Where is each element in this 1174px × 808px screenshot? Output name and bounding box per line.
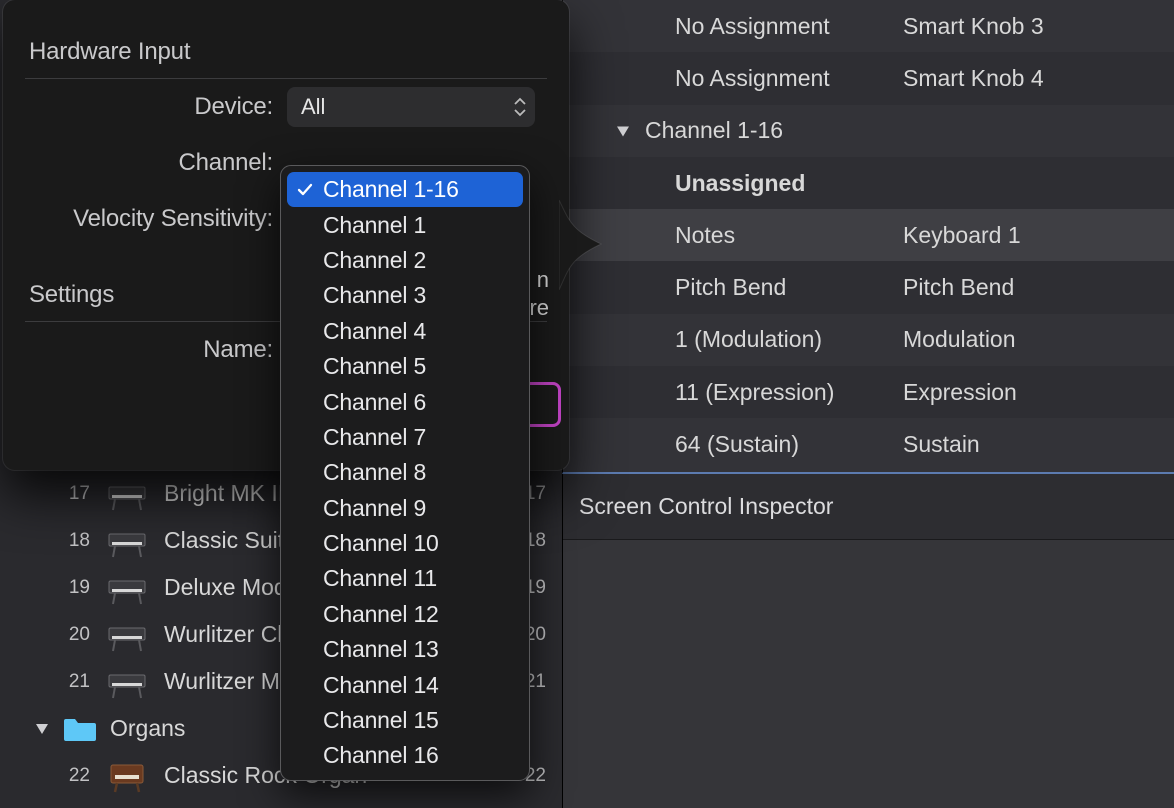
channel-dropdown-item[interactable]: Channel 15 bbox=[287, 703, 523, 738]
hardware-input-header: Hardware Input bbox=[25, 14, 547, 79]
assignment-left-cell: 11 (Expression) bbox=[563, 379, 903, 406]
assignment-row[interactable]: No AssignmentSmart Knob 4 bbox=[563, 52, 1174, 104]
channel-dropdown-item[interactable]: Channel 9 bbox=[287, 491, 523, 526]
patch-index: 17 bbox=[60, 483, 90, 505]
assignment-left-cell: Notes bbox=[563, 222, 903, 249]
channel-dropdown-item-label: Channel 6 bbox=[323, 389, 426, 416]
channel-dropdown-item[interactable]: Channel 10 bbox=[287, 526, 523, 561]
patch-index: 21 bbox=[60, 671, 90, 693]
disclosure-triangle-icon[interactable] bbox=[34, 722, 52, 736]
channel-dropdown-item-label: Channel 15 bbox=[323, 707, 439, 734]
channel-dropdown-item[interactable]: Channel 8 bbox=[287, 455, 523, 490]
assignment-right-cell: Keyboard 1 bbox=[903, 222, 1174, 249]
assignment-row[interactable]: 11 (Expression)Expression bbox=[563, 366, 1174, 418]
channel-dropdown-item[interactable]: Channel 6 bbox=[287, 384, 523, 419]
instrument-icon bbox=[104, 759, 150, 793]
assignment-right-cell: Expression bbox=[903, 379, 1174, 406]
channel-label: Channel: bbox=[25, 149, 273, 177]
channel-dropdown-item[interactable]: Channel 2 bbox=[287, 243, 523, 278]
assignments-panel: No AssignmentSmart Knob 3No AssignmentSm… bbox=[562, 0, 1174, 474]
channel-dropdown-item[interactable]: Channel 7 bbox=[287, 420, 523, 455]
channel-dropdown-item-label: Channel 3 bbox=[323, 282, 426, 309]
disclosure-triangle-icon[interactable] bbox=[615, 117, 631, 144]
device-value: All bbox=[301, 94, 325, 120]
device-select[interactable]: All bbox=[287, 87, 535, 127]
assignment-left-cell: No Assignment bbox=[563, 13, 903, 40]
check-icon bbox=[295, 180, 315, 200]
folder-label: Organs bbox=[110, 715, 185, 742]
assignment-row[interactable]: No AssignmentSmart Knob 3 bbox=[563, 0, 1174, 52]
channel-dropdown-item-label: Channel 5 bbox=[323, 353, 426, 380]
instrument-icon bbox=[104, 524, 150, 558]
popover-tail bbox=[559, 200, 607, 290]
assignment-row[interactable]: Unassigned bbox=[563, 157, 1174, 209]
folder-icon bbox=[62, 715, 100, 743]
assignment-left-cell: Unassigned bbox=[563, 170, 903, 197]
sci-header: Screen Control Inspector bbox=[563, 474, 1174, 540]
channel-dropdown-item[interactable]: Channel 11 bbox=[287, 561, 523, 596]
channel-dropdown-item-label: Channel 14 bbox=[323, 672, 439, 699]
channel-dropdown-item[interactable]: Channel 12 bbox=[287, 597, 523, 632]
channel-dropdown-item-label: Channel 11 bbox=[323, 565, 437, 592]
assignment-right-cell: Smart Knob 3 bbox=[903, 13, 1174, 40]
assignment-left-cell: No Assignment bbox=[563, 65, 903, 92]
channel-dropdown-item-label: Channel 7 bbox=[323, 424, 426, 451]
instrument-icon bbox=[104, 618, 150, 652]
assignment-right-cell: Sustain bbox=[903, 431, 1174, 458]
patch-index: 18 bbox=[60, 530, 90, 552]
channel-dropdown-menu[interactable]: Channel 1-16 Channel 1 Channel 2 Channel 3 C… bbox=[280, 165, 530, 781]
assignment-right-cell: Smart Knob 4 bbox=[903, 65, 1174, 92]
channel-dropdown-item-label: Channel 12 bbox=[323, 601, 439, 628]
channel-dropdown-item-label: Channel 1 bbox=[323, 212, 426, 239]
assignment-section-row[interactable]: Channel 1-16 bbox=[563, 105, 1174, 157]
channel-dropdown-item-label: Channel 16 bbox=[323, 742, 439, 769]
channel-dropdown-item-label: Channel 8 bbox=[323, 459, 426, 486]
channel-dropdown-item-label: Channel 2 bbox=[323, 247, 426, 274]
sci-title: Screen Control Inspector bbox=[579, 493, 833, 520]
instrument-icon bbox=[104, 571, 150, 605]
patch-index: 22 bbox=[60, 765, 90, 787]
channel-dropdown-item[interactable]: Channel 1-16 bbox=[287, 172, 523, 207]
name-label: Name: bbox=[25, 336, 273, 364]
assignment-left-cell: Channel 1-16 bbox=[563, 117, 903, 144]
patch-index: 19 bbox=[60, 577, 90, 599]
assignment-right-cell: Modulation bbox=[903, 326, 1174, 353]
channel-dropdown-item-label: Channel 1-16 bbox=[323, 176, 459, 203]
instrument-icon bbox=[104, 477, 150, 511]
device-label: Device: bbox=[25, 93, 273, 121]
assignment-row[interactable]: 1 (Modulation)Modulation bbox=[563, 314, 1174, 366]
channel-dropdown-item[interactable]: Channel 14 bbox=[287, 667, 523, 702]
assignment-row[interactable]: Pitch BendPitch Bend bbox=[563, 261, 1174, 313]
assignment-left-cell: 1 (Modulation) bbox=[563, 326, 903, 353]
channel-dropdown-item[interactable]: Channel 4 bbox=[287, 314, 523, 349]
screen-control-inspector: Screen Control Inspector bbox=[562, 474, 1174, 808]
assignment-right-cell: Pitch Bend bbox=[903, 274, 1174, 301]
channel-dropdown-item-label: Channel 4 bbox=[323, 318, 426, 345]
velocity-sensitivity-label: Velocity Sensitivity: bbox=[25, 205, 273, 233]
channel-dropdown-item-label: Channel 9 bbox=[323, 495, 426, 522]
channel-dropdown-item[interactable]: Channel 1 bbox=[287, 207, 523, 242]
instrument-icon bbox=[104, 665, 150, 699]
updown-stepper-icon bbox=[513, 97, 527, 117]
channel-dropdown-item[interactable]: Channel 16 bbox=[287, 738, 523, 773]
channel-dropdown-item[interactable]: Channel 3 bbox=[287, 278, 523, 313]
channel-dropdown-item-label: Channel 13 bbox=[323, 636, 439, 663]
assignment-left-cell: Pitch Bend bbox=[563, 274, 903, 301]
assignment-row[interactable]: NotesKeyboard 1 bbox=[563, 209, 1174, 261]
assignment-row[interactable]: 64 (Sustain)Sustain bbox=[563, 418, 1174, 470]
assignment-left-cell: 64 (Sustain) bbox=[563, 431, 903, 458]
channel-dropdown-item[interactable]: Channel 13 bbox=[287, 632, 523, 667]
channel-dropdown-item-label: Channel 10 bbox=[323, 530, 439, 557]
channel-dropdown-item[interactable]: Channel 5 bbox=[287, 349, 523, 384]
patch-index: 20 bbox=[60, 624, 90, 646]
